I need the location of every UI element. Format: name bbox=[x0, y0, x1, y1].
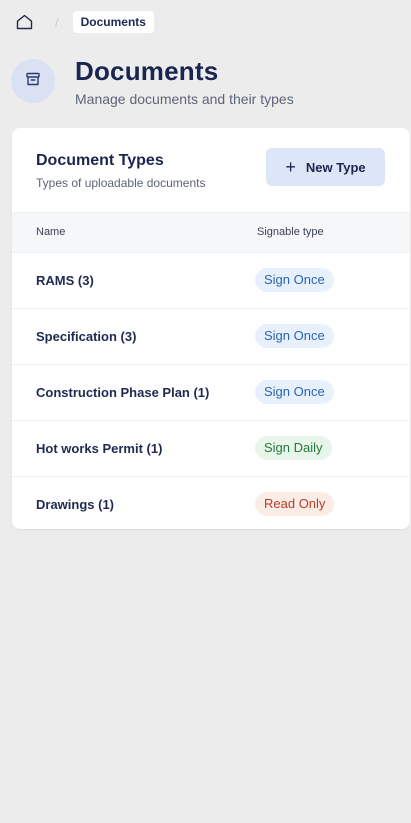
new-type-button[interactable]: + New Type bbox=[266, 148, 385, 186]
table-row[interactable]: Construction Phase Plan (1) Sign Once bbox=[12, 365, 410, 421]
document-type-name[interactable]: Construction Phase Plan (1) bbox=[36, 385, 209, 400]
document-type-name[interactable]: Specification (3) bbox=[36, 329, 136, 344]
header-icon-badge bbox=[11, 59, 55, 103]
table-row[interactable]: RAMS (3) Sign Once bbox=[12, 253, 410, 309]
page-subtitle: Manage documents and their types bbox=[75, 91, 294, 107]
table-row[interactable]: Hot works Permit (1) Sign Daily bbox=[12, 421, 410, 477]
table-header: Name Signable type bbox=[12, 212, 410, 253]
signable-badge: Sign Once bbox=[255, 380, 334, 404]
document-types-card: Document Types Types of uploadable docum… bbox=[12, 128, 410, 529]
card-header: Document Types Types of uploadable docum… bbox=[12, 128, 410, 212]
archive-box-icon bbox=[25, 71, 41, 92]
page-title: Documents bbox=[75, 56, 219, 86]
document-type-name[interactable]: RAMS (3) bbox=[36, 273, 94, 288]
signable-badge: Sign Once bbox=[255, 324, 334, 348]
signable-badge: Sign Daily bbox=[255, 436, 332, 460]
table-row[interactable]: Drawings (1) Read Only bbox=[12, 477, 410, 529]
new-type-label: New Type bbox=[305, 159, 366, 175]
document-type-name[interactable]: Drawings (1) bbox=[36, 497, 114, 512]
page-header: Documents Manage documents and their typ… bbox=[11, 56, 294, 107]
breadcrumb-separator: / bbox=[55, 14, 59, 30]
column-header-name: Name bbox=[36, 226, 66, 238]
home-icon[interactable] bbox=[15, 13, 33, 31]
breadcrumb: / Documents bbox=[15, 9, 154, 35]
plus-icon: + bbox=[285, 157, 296, 177]
card-title: Document Types bbox=[36, 152, 164, 169]
signable-badge: Sign Once bbox=[255, 268, 334, 292]
breadcrumb-current: Documents bbox=[72, 11, 154, 33]
signable-badge: Read Only bbox=[255, 492, 335, 516]
column-header-signable: Signable type bbox=[257, 226, 324, 238]
document-type-name[interactable]: Hot works Permit (1) bbox=[36, 441, 162, 456]
card-subtitle: Types of uploadable documents bbox=[36, 176, 206, 190]
table-row[interactable]: Specification (3) Sign Once bbox=[12, 309, 410, 365]
